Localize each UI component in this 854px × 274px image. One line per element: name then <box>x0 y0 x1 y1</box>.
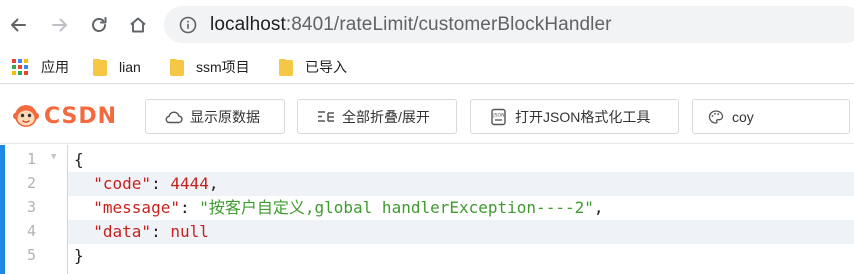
gutter-line: 1 ▼ <box>5 148 67 172</box>
json-viewer-header: CSDN 显示原数据 全部折叠/展开 JSON 打开JSON格式化工具 coy <box>0 85 854 144</box>
url-path: :8401/rateLimit/customerBlockHandler <box>285 13 612 35</box>
code-line: } <box>68 244 854 268</box>
browser-toolbar: localhost:8401/rateLimit/customerBlockHa… <box>0 0 854 50</box>
csdn-logo: CSDN <box>12 101 117 131</box>
line-number: 3 <box>27 198 37 216</box>
fold-arrow-icon[interactable]: ▼ <box>51 152 56 162</box>
svg-text:JSON: JSON <box>492 112 504 118</box>
address-bar[interactable]: localhost:8401/rateLimit/customerBlockHa… <box>164 6 854 43</box>
info-icon[interactable] <box>178 15 198 35</box>
palette-icon <box>708 109 724 124</box>
button-label: 打开JSON格式化工具 <box>515 108 651 125</box>
url-host: localhost <box>210 13 286 35</box>
bookmark-apps[interactable]: 应用 <box>12 56 69 78</box>
open-json-tool-button[interactable]: JSON 打开JSON格式化工具 <box>470 99 679 134</box>
bookmarks-bar: 应用 lian ssm项目 已导入 <box>0 50 854 84</box>
cloud-icon <box>165 110 183 123</box>
monkey-mascot-icon <box>13 105 39 127</box>
code-line: { <box>68 148 854 172</box>
json-file-icon: JSON <box>491 108 506 125</box>
user-field[interactable]: coy <box>692 99 850 134</box>
gutter-line: 2 <box>5 172 67 196</box>
bookmark-folder-ssm[interactable]: ssm项目 <box>170 56 250 78</box>
code-line: "data": null <box>68 220 854 244</box>
line-number: 4 <box>27 222 37 240</box>
line-number-gutter: 1 ▼ 2 3 4 5 <box>5 145 67 274</box>
button-label: 全部折叠/展开 <box>342 108 430 125</box>
bookmark-label: 应用 <box>41 59 69 75</box>
gutter-line: 3 <box>5 196 67 220</box>
button-label: 显示原数据 <box>190 108 260 125</box>
folder-icon <box>170 58 184 76</box>
fold-lines-icon <box>318 110 334 122</box>
forward-arrow-icon[interactable] <box>44 9 76 41</box>
json-value: 4444 <box>170 174 209 193</box>
line-number: 5 <box>27 246 37 264</box>
user-name: coy <box>732 108 754 125</box>
json-key: "code" <box>93 174 152 193</box>
gutter-line: 4 <box>5 220 67 244</box>
close-brace: } <box>74 246 84 265</box>
bookmark-label: ssm项目 <box>196 59 250 75</box>
json-punc: , <box>593 198 604 217</box>
folder-icon <box>279 58 293 76</box>
bookmark-folder-lian[interactable]: lian <box>93 56 141 78</box>
bookmark-label: 已导入 <box>305 59 347 75</box>
json-value: "按客户自定义,global handlerException----2" <box>199 198 594 217</box>
show-raw-data-button[interactable]: 显示原数据 <box>145 99 285 134</box>
reload-icon[interactable] <box>83 9 115 41</box>
logo-text: CSDN <box>44 103 118 129</box>
json-key: "data" <box>93 222 152 241</box>
line-number: 2 <box>27 174 37 192</box>
line-number: 1 <box>27 150 37 168</box>
url-text[interactable]: localhost:8401/rateLimit/customerBlockHa… <box>210 14 612 36</box>
apps-grid-icon <box>12 59 28 75</box>
json-punc: , <box>208 174 219 193</box>
bookmark-folder-imported[interactable]: 已导入 <box>279 56 347 78</box>
fold-expand-all-button[interactable]: 全部折叠/展开 <box>297 99 457 134</box>
code-line: "code": 4444, <box>68 172 854 196</box>
open-brace: { <box>74 150 84 169</box>
json-code-view[interactable]: 1 ▼ 2 3 4 5 { "code": 4444, "message": "… <box>0 145 854 274</box>
bookmark-label: lian <box>119 59 141 75</box>
gutter-line: 5 <box>5 244 67 268</box>
back-arrow-icon[interactable] <box>2 9 34 41</box>
json-key: "message" <box>93 198 180 217</box>
home-icon[interactable] <box>122 9 154 41</box>
code-line: "message": "按客户自定义,global handlerExcepti… <box>93 198 604 217</box>
folder-icon <box>93 58 107 76</box>
json-value: null <box>170 222 209 241</box>
